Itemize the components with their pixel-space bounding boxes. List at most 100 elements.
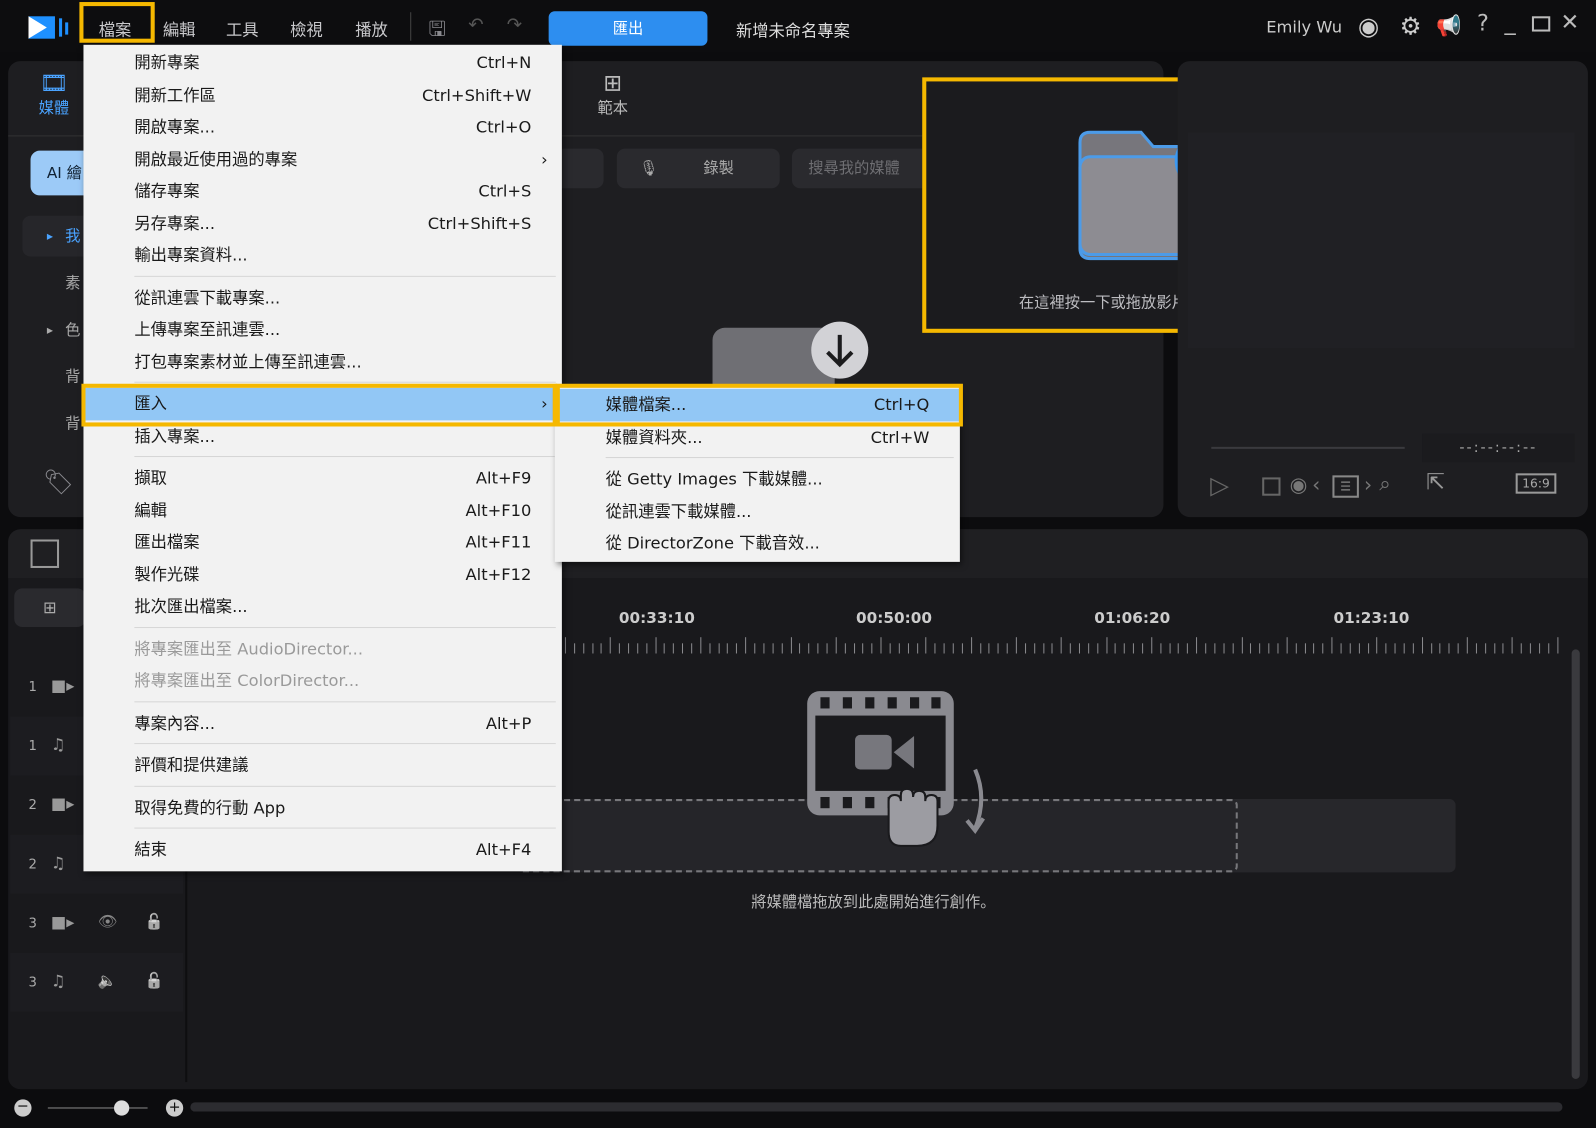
save-icon[interactable]: 🖫: [429, 14, 446, 49]
ruler-tick: [1078, 643, 1081, 654]
next-frame-icon[interactable]: ›: [1364, 472, 1372, 496]
tab-template[interactable]: ⊞ 範本: [581, 71, 644, 118]
undo-icon[interactable]: ↶: [468, 14, 483, 35]
menu-item-shortcut: Ctrl+S: [478, 181, 532, 201]
playback-progress-bar[interactable]: [1211, 446, 1405, 449]
ruler-tick: [1223, 643, 1225, 654]
ruler-tick: [564, 637, 566, 654]
marker-list-icon[interactable]: ☰: [1332, 475, 1359, 498]
menu-item-shortcut: Alt+F4: [475, 839, 532, 860]
ruler-tick: [907, 643, 909, 654]
menu-item[interactable]: 匯出檔案 Alt+F11: [83, 526, 561, 558]
lock-icon[interactable]: 🔓: [145, 912, 164, 930]
menu-play[interactable]: 播放: [355, 16, 388, 40]
menu-item-label: 開新專案: [134, 52, 200, 73]
menu-item[interactable]: 從 DirectorZone 下載音效...: [555, 527, 960, 559]
ruler-ticks: [564, 635, 1558, 654]
menu-item-label: 擷取: [134, 468, 167, 488]
menu-item[interactable]: 開啟最近使用過的專案 ›: [83, 143, 561, 175]
ruler-tick: [673, 643, 675, 654]
menu-item-shortcut: Alt+F9: [475, 468, 532, 488]
ruler-tick: [1493, 643, 1495, 654]
menu-file[interactable]: 檔案: [99, 16, 132, 40]
track-header-video: 3 ■▸ 👁 🔓: [10, 894, 183, 953]
export-button[interactable]: 匯出: [548, 11, 708, 46]
menu-item[interactable]: 評價和提供建議: [83, 749, 561, 781]
lock-icon[interactable]: 🔓: [145, 971, 164, 989]
snapshot-icon[interactable]: ◉: [1290, 472, 1308, 496]
zoom-out-icon[interactable]: −: [14, 1099, 32, 1117]
menu-item[interactable]: 從 Getty Images 下載媒體...: [555, 463, 960, 495]
ruler-tick: [1033, 643, 1035, 654]
play-icon[interactable]: ▷: [1210, 471, 1229, 500]
menu-tools[interactable]: 工具: [226, 16, 259, 40]
menu-separator: [134, 626, 556, 628]
track-manager-icon[interactable]: [30, 539, 60, 568]
help-icon[interactable]: ?: [1477, 11, 1489, 36]
add-track-icon: ⊞: [43, 597, 57, 617]
menu-view[interactable]: 檢視: [290, 16, 323, 40]
menu-item[interactable]: 打包專案素材並上傳至訊連雲...: [83, 346, 561, 378]
zoom-slider-handle[interactable]: [114, 1100, 130, 1116]
menu-item[interactable]: 製作光碟 Alt+F12: [83, 558, 561, 590]
undock-preview-icon[interactable]: ⇱: [1426, 470, 1445, 495]
user-name[interactable]: Emily Wu: [1266, 17, 1342, 36]
add-tag-icon[interactable]: 🏷: [43, 468, 74, 497]
menu-item-label: 將專案匯出至 AudioDirector...: [134, 638, 364, 659]
menu-item[interactable]: 輸出專案資料...: [83, 239, 561, 271]
menu-item[interactable]: 將專案匯出至 AudioDirector...: [83, 633, 561, 665]
vertical-scrollbar[interactable]: [1571, 649, 1580, 1079]
visibility-eye-icon[interactable]: 👁: [98, 912, 117, 930]
ruler-tick: [718, 643, 720, 654]
ruler-tick: [1142, 643, 1144, 654]
menu-item[interactable]: 專案內容... Alt+P: [83, 707, 561, 739]
menu-item-label: 製作光碟: [134, 564, 200, 584]
menu-item[interactable]: 從訊連雲下載媒體...: [555, 495, 960, 527]
menu-item[interactable]: 從訊連雲下載專案...: [83, 281, 561, 313]
maximize-icon[interactable]: [1531, 16, 1551, 32]
menu-item[interactable]: 開新工作區 Ctrl+Shift+W: [83, 79, 561, 111]
menu-item[interactable]: 開新專案 Ctrl+N: [83, 47, 561, 79]
aspect-ratio-button[interactable]: 16:9: [1515, 473, 1557, 494]
menu-item[interactable]: 開啟專案... Ctrl+O: [83, 111, 561, 143]
ruler-tick: [1241, 637, 1243, 654]
zoom-slider[interactable]: [47, 1107, 148, 1109]
volume-icon[interactable]: 🔈: [98, 971, 117, 989]
zoom-preview-icon[interactable]: ⌕: [1379, 471, 1390, 495]
ruler-tick: [1394, 643, 1396, 654]
menu-item[interactable]: 另存專案... Ctrl+Shift+S: [83, 207, 561, 239]
account-icon[interactable]: ◉: [1358, 12, 1379, 41]
announcement-megaphone-icon[interactable]: 📢: [1436, 13, 1461, 37]
search-input[interactable]: 搜尋我的媒體: [791, 148, 935, 189]
ruler-tick: [1403, 643, 1405, 654]
menu-item-label: 從訊連雲下載媒體...: [605, 501, 752, 521]
menu-item[interactable]: 將專案匯出至 ColorDirector...: [83, 665, 561, 697]
ruler-tick: [646, 643, 648, 654]
close-icon[interactable]: ✕: [1560, 10, 1579, 35]
add-track-button[interactable]: ⊞: [14, 588, 86, 628]
expand-arrow-icon[interactable]: ▸: [47, 309, 53, 350]
horizontal-scrollbar[interactable]: [190, 1102, 1563, 1112]
menu-item[interactable]: 上傳專案至訊連雲...: [83, 314, 561, 346]
track-number: 2: [28, 798, 37, 814]
menu-edit[interactable]: 編輯: [163, 16, 196, 40]
tab-media[interactable]: 🎞 媒體: [22, 71, 85, 118]
menu-item[interactable]: 結束 Alt+F4: [83, 834, 561, 866]
redo-icon[interactable]: ↷: [507, 14, 522, 35]
stop-icon[interactable]: [1262, 477, 1281, 496]
menu-item[interactable]: 儲存專案 Ctrl+S: [83, 175, 561, 207]
ruler-tick: [844, 643, 846, 654]
ruler-tick: [591, 643, 594, 654]
ruler-tick: [573, 643, 575, 654]
expand-arrow-icon[interactable]: ▸: [47, 216, 53, 257]
menu-item[interactable]: 編輯 Alt+F10: [83, 494, 561, 526]
menu-item[interactable]: 取得免費的行動 App: [83, 791, 561, 823]
file-menu: 開新專案 Ctrl+N 開新工作區 Ctrl+Shift+W 開啟專案... Ctrl+O…: [83, 44, 562, 872]
menu-item[interactable]: 批次匯出檔案...: [83, 590, 561, 622]
zoom-in-icon[interactable]: +: [165, 1099, 184, 1117]
settings-gear-icon[interactable]: ⚙: [1400, 12, 1422, 41]
menu-item[interactable]: 擷取 Alt+F9: [83, 462, 561, 494]
previous-frame-icon[interactable]: ‹: [1312, 472, 1320, 496]
minimize-icon[interactable]: _: [1504, 10, 1515, 35]
record-button[interactable]: 🎙 錄製: [616, 148, 780, 189]
